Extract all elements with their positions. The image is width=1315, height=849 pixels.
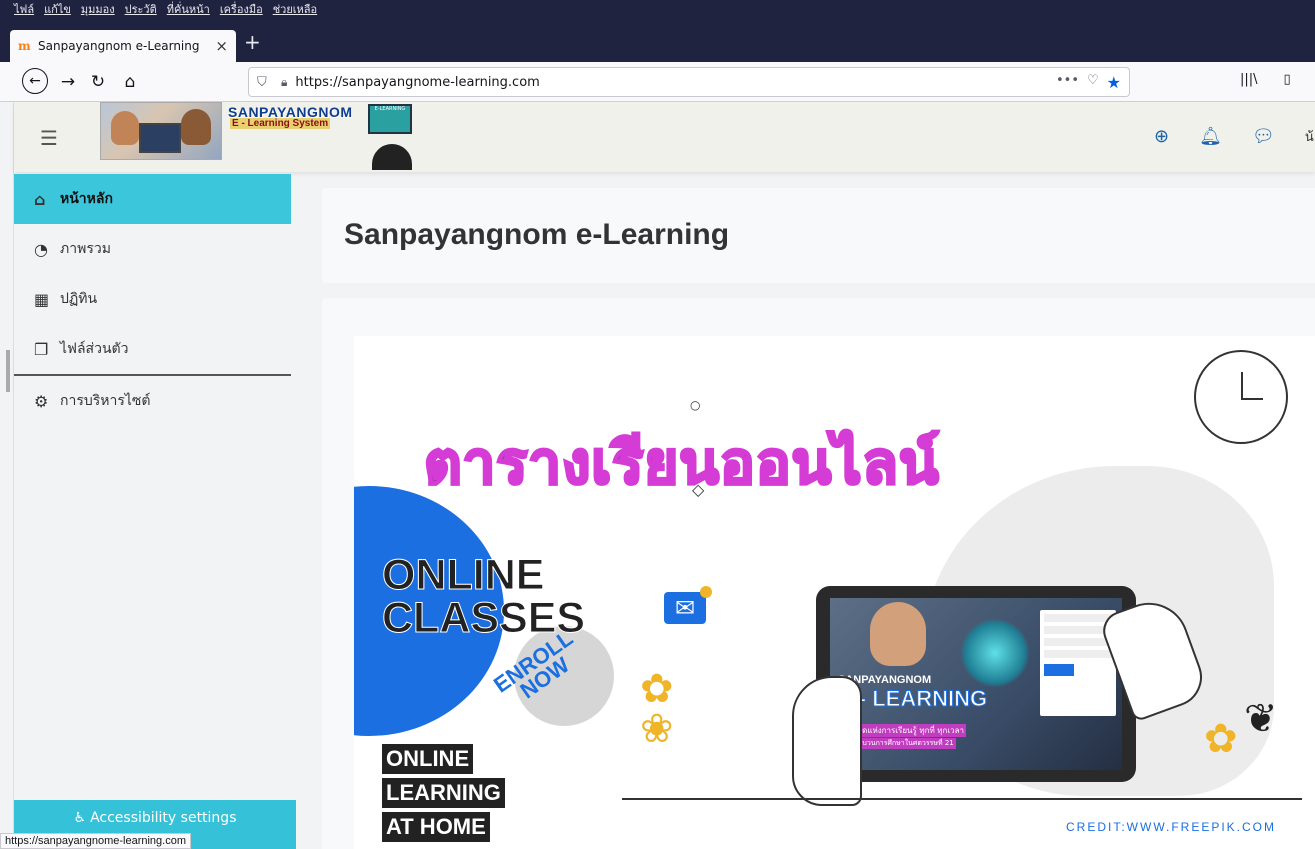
- reload-icon[interactable]: ↻: [86, 70, 110, 94]
- hamburger-menu-icon[interactable]: ☰: [40, 126, 58, 150]
- yellow-plant-icon: ✿: [1204, 716, 1238, 762]
- tab-title: Sanpayangnom e-Learning: [38, 39, 200, 53]
- tab-close-icon[interactable]: ×: [215, 37, 228, 55]
- notification-dot: [700, 586, 712, 598]
- star-icon[interactable]: ★: [1107, 73, 1121, 92]
- browser-nav-toolbar: ← → ↻ ⌂ ⛉ 🔒︎ https://sanpayangnome-learn…: [0, 62, 1315, 102]
- menu-view[interactable]: มุมมอง: [81, 0, 115, 16]
- ground-line: [622, 798, 1302, 800]
- new-tab-button[interactable]: +: [244, 30, 261, 54]
- dark-plant-icon: ❦: [1244, 696, 1278, 742]
- drawer-item-home[interactable]: ⌂ หน้าหลัก: [14, 174, 291, 224]
- deco-circle-icon: ○: [690, 398, 701, 412]
- envelope-icon: ✉: [664, 592, 706, 624]
- online-classes-heading: ONLINE CLASSES: [381, 551, 586, 642]
- drawer-item-private-files[interactable]: ❐ ไฟล์ส่วนตัว: [14, 324, 291, 374]
- menu-bookmarks[interactable]: ที่คั่นหน้า: [167, 0, 210, 16]
- drawer-item-dashboard[interactable]: ◔ ภาพรวม: [14, 224, 291, 274]
- accessibility-icon: ♿︎: [73, 810, 87, 826]
- clock-icon: [1194, 350, 1288, 444]
- yellow-plant-icon: ❀: [640, 706, 674, 752]
- drawer-item-label: หน้าหลัก: [60, 191, 113, 207]
- address-bar[interactable]: ⛉ 🔒︎ https://sanpayangnome-learning.com …: [248, 67, 1130, 97]
- dashboard-icon: ◔: [34, 239, 48, 259]
- forward-arrow-icon[interactable]: →: [56, 70, 80, 94]
- library-icon[interactable]: |||\: [1240, 72, 1258, 87]
- drawer-item-label: ภาพรวม: [60, 241, 111, 257]
- lock-icon[interactable]: 🔒︎: [281, 75, 287, 90]
- gear-icon: ⚙: [34, 391, 49, 411]
- moodle-page: ☰ SANPAYANGNOM E - Learning System E-LEA…: [0, 102, 1315, 849]
- home-icon[interactable]: ⌂: [118, 70, 142, 94]
- drawer-item-calendar[interactable]: ▦ ปฏิทิน: [14, 274, 291, 324]
- drawer-item-label: ไฟล์ส่วนตัว: [60, 341, 129, 357]
- language-globe-icon[interactable]: ⊕: [1154, 126, 1169, 147]
- home-icon: ⌂: [34, 189, 46, 209]
- status-url-tooltip: https://sanpayangnome-learning.com: [0, 833, 191, 849]
- drawer-item-site-admin[interactable]: ⚙ การบริหารไซต์: [14, 376, 291, 426]
- site-header: ☰ SANPAYANGNOM E - Learning System E-LEA…: [14, 102, 1315, 172]
- online-label: ONLINE: [382, 744, 474, 774]
- page-header-card: Sanpayangnom e-Learning: [322, 188, 1315, 283]
- messages-icon[interactable]: 💬︎: [1252, 126, 1275, 147]
- moodle-favicon-icon: m: [18, 39, 31, 53]
- learning-label: LEARNING: [382, 778, 505, 808]
- scroll-marker: [6, 350, 10, 392]
- sidebar-toggle-icon[interactable]: ▯: [1284, 72, 1291, 87]
- user-menu[interactable]: น้: [1305, 126, 1314, 147]
- files-icon: ❐: [34, 339, 49, 359]
- menu-edit[interactable]: แก้ไข: [44, 0, 71, 16]
- notification-bell-icon[interactable]: 🔔︎: [1199, 126, 1222, 147]
- menu-help[interactable]: ช่วยเหลือ: [273, 0, 317, 16]
- drawer-item-label: ปฏิทิน: [60, 291, 98, 307]
- browser-menu-bar: ไฟล์ แก้ไข มุมมอง ประวัติ ที่คั่นหน้า เค…: [14, 0, 317, 16]
- menu-history[interactable]: ประวัติ: [125, 0, 157, 16]
- back-arrow-icon[interactable]: ←: [22, 68, 48, 94]
- pocket-icon[interactable]: ♡: [1087, 73, 1099, 92]
- drawer-item-label: การบริหารไซต์: [60, 393, 151, 409]
- menu-file[interactable]: ไฟล์: [14, 0, 34, 16]
- at-home-label: AT HOME: [382, 812, 490, 842]
- tablet-illustration: SANPAYANGNOM E - LEARNING ห้องสมุดแห่งกา…: [816, 586, 1136, 782]
- logo-subtitle: E - Learning System: [230, 118, 331, 129]
- main-content-card: ○ ◇ ตารางเรียนออนไลน์ ONLINE CLASSES ✉ E…: [322, 298, 1315, 849]
- url-text[interactable]: https://sanpayangnome-learning.com: [295, 75, 1056, 90]
- menu-tools[interactable]: เครื่องมือ: [220, 0, 263, 16]
- browser-tab[interactable]: m Sanpayangnom e-Learning ×: [10, 30, 236, 62]
- left-hand-illustration: [792, 676, 862, 806]
- logo-photo: [100, 102, 222, 160]
- page-actions-icon[interactable]: •••: [1056, 73, 1079, 92]
- banner-credit: CREDIT:WWW.FREEPIK.COM: [1066, 820, 1276, 834]
- site-logo[interactable]: SANPAYANGNOM E - Learning System E-LEARN…: [100, 102, 422, 170]
- tablet-screen: SANPAYANGNOM E - LEARNING ห้องสมุดแห่งกา…: [830, 598, 1122, 770]
- nav-drawer: ⌂ หน้าหลัก ◔ ภาพรวม ▦ ปฏิทิน ❐ ไฟล์ส่วนต…: [14, 174, 291, 849]
- page-title: Sanpayangnom e-Learning: [344, 218, 730, 251]
- banner-thai-heading: ตารางเรียนออนไลน์: [423, 428, 941, 499]
- calendar-icon: ▦: [34, 289, 50, 309]
- window-left-edge: [0, 102, 14, 849]
- logo-device-illustration: E-LEARNING: [362, 104, 420, 170]
- online-class-banner: ○ ◇ ตารางเรียนออนไลน์ ONLINE CLASSES ✉ E…: [354, 336, 1315, 849]
- accessibility-label: Accessibility settings: [90, 810, 237, 826]
- browser-title-bar: ไฟล์ แก้ไข มุมมอง ประวัติ ที่คั่นหน้า เค…: [0, 0, 1315, 62]
- tracking-shield-icon[interactable]: ⛉: [257, 75, 271, 90]
